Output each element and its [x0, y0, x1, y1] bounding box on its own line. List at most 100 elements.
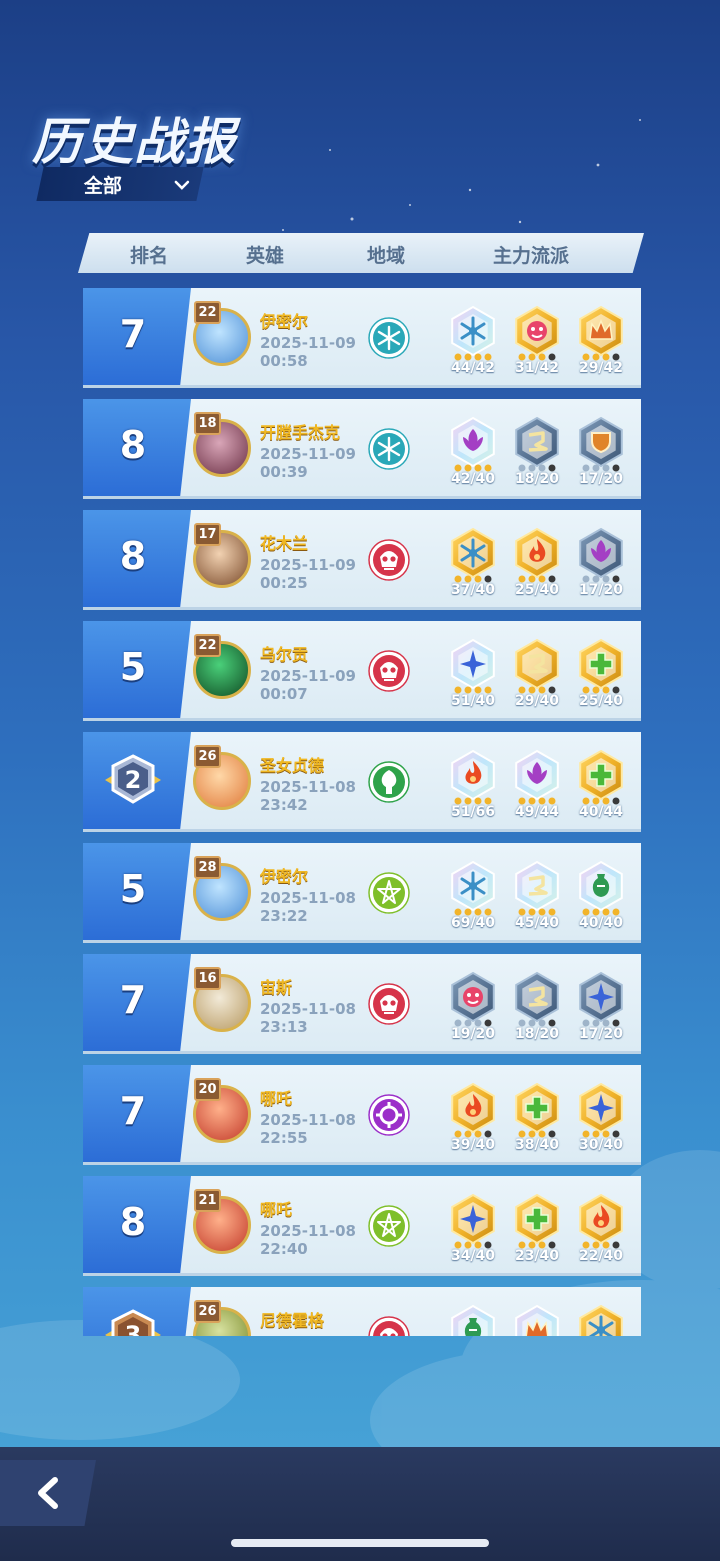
match-date: 2025-11-09: [260, 667, 356, 685]
home-indicator[interactable]: [231, 1539, 489, 1547]
trait-count: 23/40: [514, 1248, 560, 1264]
hero-level-badge: 17: [194, 523, 221, 546]
column-hero: 英雄: [246, 245, 285, 267]
trait-vase-icon[interactable]: [576, 859, 626, 913]
trait-cross-icon[interactable]: [512, 1192, 562, 1246]
rank-number: 5: [119, 645, 147, 689]
trait-crown-icon[interactable]: [512, 1303, 562, 1336]
match-row[interactable]: 5 28 伊密尔 2025-11-08 23:22 69/40 45/40 40/40: [83, 843, 641, 943]
filter-dropdown[interactable]: 全部: [36, 167, 204, 201]
trait-rune-icon[interactable]: [512, 637, 562, 691]
match-row[interactable]: 5 22 乌尔贡 2025-11-09 00:07 51/40 29/40 25/40: [83, 621, 641, 721]
hero-level-badge: 26: [194, 1300, 221, 1323]
match-row[interactable]: 2 26 圣女贞德 2025-11-08 23:42 51/66 49/44 40/44: [83, 732, 641, 832]
match-row[interactable]: 8 18 开膛手杰克 2025-11-09 00:39 42/40 18/20 17/20: [83, 399, 641, 499]
trait-count: 22/40: [578, 1248, 624, 1264]
trait-leaf-icon[interactable]: [512, 748, 562, 802]
region-snowflake-icon: [368, 317, 410, 359]
trait-flame-icon[interactable]: [576, 1192, 626, 1246]
region-skull-icon: [368, 1316, 410, 1336]
rank-number: 5: [119, 867, 147, 911]
rank-number: 7: [119, 978, 147, 1022]
trait-count: 25/40: [514, 582, 560, 598]
trait-cross-icon[interactable]: [512, 1081, 562, 1135]
match-time: 00:07: [260, 685, 308, 703]
trait-count: 34/40: [450, 1248, 496, 1264]
match-time: 23:13: [260, 1018, 308, 1036]
trait-count: 38/40: [514, 1137, 560, 1153]
region-skull-icon: [368, 539, 410, 581]
trait-face-icon[interactable]: [448, 970, 498, 1024]
filter-label: 全部: [84, 174, 123, 197]
trait-crown-icon[interactable]: [576, 304, 626, 358]
trait-rune-icon[interactable]: [512, 415, 562, 469]
match-date: 2025-11-09: [260, 334, 356, 352]
hero-level-badge: 20: [194, 1078, 221, 1101]
match-row[interactable]: 8 21 哪吒 2025-11-08 22:40 34/40 23/40 22/40: [83, 1176, 641, 1276]
rank-number: 7: [119, 1089, 147, 1133]
hero-name: 哪吒: [260, 1089, 293, 1108]
hero-name: 伊密尔: [260, 867, 309, 886]
column-header: 排名 英雄 地域 主力流派: [78, 233, 644, 273]
hero-level-badge: 21: [194, 1189, 221, 1212]
match-time: 00:25: [260, 574, 308, 592]
trait-leaf-icon[interactable]: [448, 415, 498, 469]
trait-vase-icon[interactable]: [448, 1303, 498, 1336]
match-date: 2025-11-08: [260, 1111, 356, 1129]
trait-sparkle-icon[interactable]: [448, 1192, 498, 1246]
trait-count: 37/40: [450, 582, 496, 598]
trait-cross-icon[interactable]: [576, 748, 626, 802]
hero-name: 开膛手杰克: [260, 423, 341, 442]
rank-number: 8: [119, 423, 147, 467]
column-region: 地域: [367, 245, 406, 267]
trait-snowflake-icon[interactable]: [448, 526, 498, 580]
match-row[interactable]: 7 16 宙斯 2025-11-08 23:13 19/20 18/20 17/20: [83, 954, 641, 1054]
rank-medal-icon: 2: [105, 754, 161, 804]
hero-name: 哪吒: [260, 1200, 293, 1219]
match-row[interactable]: 7 22 伊密尔 2025-11-09 00:58 44/42 31/42 29/42: [83, 288, 641, 388]
match-row[interactable]: 8 17 花木兰 2025-11-09 00:25 37/40 25/40 17/20: [83, 510, 641, 610]
back-button[interactable]: [0, 1460, 96, 1526]
match-date: 2025-11-08: [260, 1333, 356, 1336]
trait-snowflake-icon[interactable]: [576, 1303, 626, 1336]
region-gear-icon: [368, 1094, 410, 1136]
trait-count: 69/40: [450, 915, 496, 931]
trait-count: 31/42: [514, 360, 560, 376]
trait-count: 29/42: [578, 360, 624, 376]
match-row[interactable]: 7 20 哪吒 2025-11-08 22:55 39/40 38/40 30/40: [83, 1065, 641, 1165]
region-skull-icon: [368, 650, 410, 692]
trait-flame-icon[interactable]: [512, 526, 562, 580]
trait-sparkle-icon[interactable]: [448, 637, 498, 691]
trait-sparkle-icon[interactable]: [576, 970, 626, 1024]
column-traits: 主力流派: [493, 245, 570, 267]
trait-rune-icon[interactable]: [512, 970, 562, 1024]
trait-count: 17/20: [578, 582, 624, 598]
trait-count: 44/42: [450, 360, 496, 376]
match-row[interactable]: 3 26 尼德霍格 2025-11-08: [83, 1287, 641, 1336]
match-date: 2025-11-09: [260, 556, 356, 574]
trait-sparkle-icon[interactable]: [576, 1081, 626, 1135]
hero-level-badge: 26: [194, 745, 221, 768]
rank-number: 3: [125, 1321, 142, 1336]
hero-name: 圣女贞德: [260, 756, 325, 775]
trait-snowflake-icon[interactable]: [448, 859, 498, 913]
match-time: 22:40: [260, 1240, 308, 1258]
trait-count: 25/40: [578, 693, 624, 709]
trait-count: 17/20: [578, 471, 624, 487]
trait-leaf-icon[interactable]: [576, 526, 626, 580]
trait-count: 17/20: [578, 1026, 624, 1042]
trait-snowflake-icon[interactable]: [448, 304, 498, 358]
region-tree-icon: [368, 761, 410, 803]
trait-flame-icon[interactable]: [448, 748, 498, 802]
trait-count: 18/20: [514, 471, 560, 487]
hero-level-badge: 22: [194, 301, 221, 324]
trait-face-icon[interactable]: [512, 304, 562, 358]
trait-shield-icon[interactable]: [576, 415, 626, 469]
trait-rune-icon[interactable]: [512, 859, 562, 913]
trait-cross-icon[interactable]: [576, 637, 626, 691]
hero-name: 宙斯: [260, 978, 293, 997]
rank-number: 8: [119, 534, 147, 578]
trait-flame-icon[interactable]: [448, 1081, 498, 1135]
match-date: 2025-11-08: [260, 1222, 356, 1240]
match-history-list[interactable]: 7 22 伊密尔 2025-11-09 00:58 44/42 31/42 29/42 8 18 开…: [83, 288, 641, 1336]
